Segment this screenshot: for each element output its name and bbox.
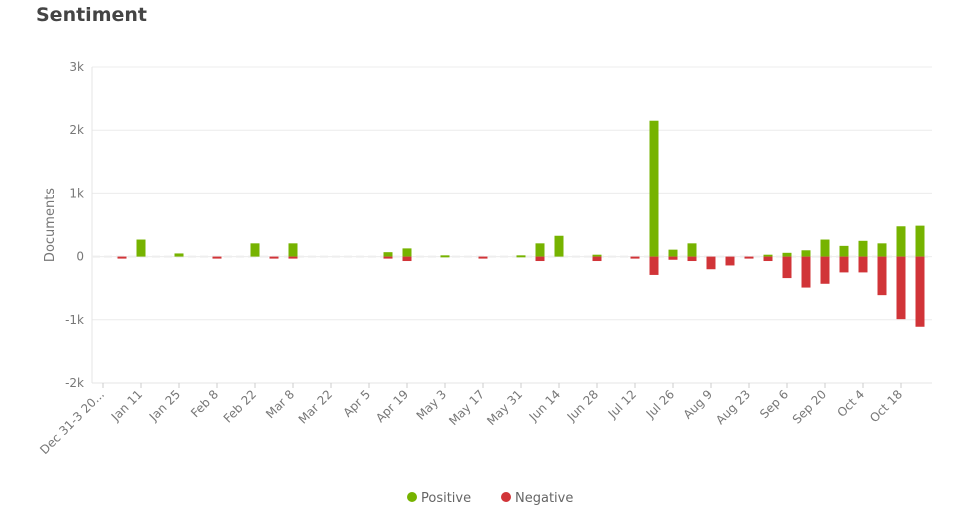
y-axis-title: Documents [43,188,58,262]
x-tick-label: Apr 5 [340,387,373,420]
y-tick-label: 1k [69,186,84,200]
negative-bar [877,256,887,296]
positive-bar [649,120,659,257]
x-tick-label: Jul 12 [605,387,639,421]
x-tick-label: Apr 19 [373,387,411,425]
x-tick-label: May 3 [414,387,450,423]
negative-bar [212,256,222,259]
x-tick-label: Aug 23 [713,387,753,427]
negative-bar [801,256,811,288]
x-tick-label: Feb 8 [188,387,221,420]
negative-bar [269,256,279,259]
x-tick-label: Jan 11 [108,387,145,424]
x-tick-label: Dec 31-3 20... [37,387,107,457]
negative-bar [915,256,925,327]
negative-bar [630,256,640,259]
negative-bar [782,256,792,279]
x-tick-label: Mar 22 [296,387,335,426]
positive-bar [820,239,830,257]
positive-bar [174,253,184,257]
x-tick-label: Sep 20 [790,387,829,426]
negative-bar [592,256,602,262]
legend-positive-label[interactable]: Positive [421,491,471,506]
positive-bar [782,252,792,257]
negative-bar [402,256,412,262]
positive-bar [858,240,868,257]
x-tick-label: Aug 9 [681,387,716,422]
x-tick-label: Mar 8 [263,387,297,421]
negative-bar [383,256,393,259]
negative-bar [820,256,830,284]
negative-bar [706,256,716,270]
sentiment-chart: -2k-1k01k2k3kDocumentsDec 31-3 20... Jan … [37,60,932,506]
sentiment-chart-panel: Sentiment -2k -1k 0 1k 2k 3k Documents Dec 31-3… [0,0,960,517]
legend-positive-marker[interactable] [407,492,417,502]
x-tick-label: Feb 22 [221,387,259,425]
negative-bar [858,256,868,273]
positive-bar [250,243,260,257]
x-tick-label: Oct 4 [834,387,867,420]
positive-bar [440,255,450,258]
positive-bar [383,252,393,257]
positive-bar [877,243,887,257]
negative-bar [725,256,735,266]
legend-negative-marker[interactable] [501,492,511,502]
negative-bar [763,256,773,262]
positive-bar [592,254,602,257]
positive-bar [687,243,697,257]
positive-bar [516,255,526,258]
positive-bar [136,239,146,257]
legend-negative-label[interactable]: Negative [515,491,573,506]
x-tick-label: Jul 26 [643,387,677,421]
y-tick-label: 0 [76,250,84,264]
positive-bar [763,254,773,257]
x-tick-label: Sep 6 [757,387,791,421]
positive-bar [801,250,811,257]
positive-bar [554,235,564,257]
positive-bar [915,225,925,257]
positive-bar [896,226,906,257]
y-tick-label: 3k [69,60,84,74]
x-tick-label: Jun 14 [526,387,563,424]
negative-bar [744,256,754,259]
x-tick-label: May 31 [484,387,525,428]
negative-bar [896,256,906,320]
negative-bar [839,256,849,273]
negative-bar [649,256,659,275]
negative-bar [117,256,127,259]
y-tick-label: 2k [69,123,84,137]
negative-bar [535,256,545,262]
positive-bar [402,248,412,257]
positive-bar [668,249,678,257]
y-tick-label: -2k [65,376,84,390]
x-tick-label: May 17 [446,387,487,428]
negative-bar [687,256,697,262]
positive-bar [535,243,545,257]
negative-bar [478,256,488,259]
negative-bar [668,256,678,260]
x-tick-label: Jan 25 [146,387,183,424]
x-tick-label: Oct 18 [867,387,905,425]
negative-bar [288,256,298,259]
positive-bar [288,243,298,257]
positive-bar [839,245,849,257]
y-tick-label: -1k [65,313,84,327]
x-tick-label: Jun 28 [564,387,601,424]
